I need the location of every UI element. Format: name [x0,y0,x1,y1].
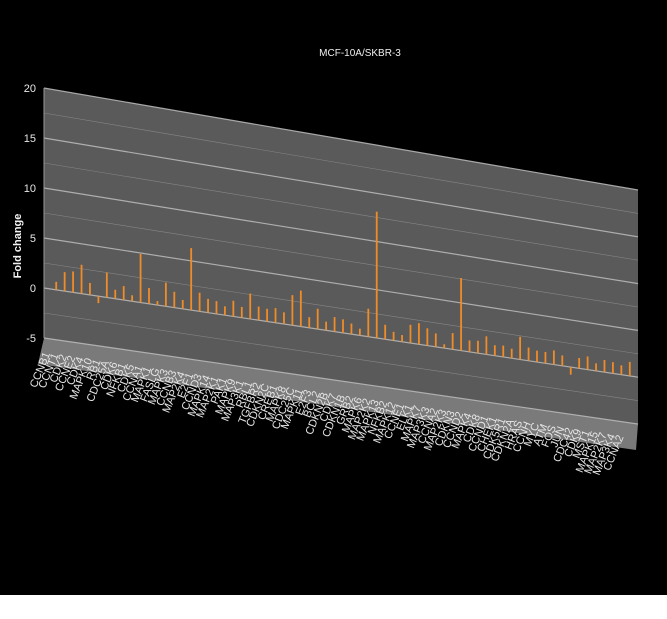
bar-cdkn3 [460,278,462,351]
y-tick-label: 5 [30,233,36,245]
bar-cdc25a [114,289,117,299]
y-tick-label: 20 [24,83,36,95]
bar-myc [544,351,547,364]
bar-cdkn2b [333,317,336,332]
bar-creb1 [283,312,285,325]
bar-fos [561,355,564,366]
bar-chart-3d: MCF-10A/SKBR-3 Fold change -505101520 CC… [12,48,639,477]
bar-mapk10 [97,296,100,304]
bar-ccnt1 [63,272,66,292]
bar-cdk5r1 [510,348,513,359]
bar-map3k4 [620,365,623,375]
bar-mapk15 [603,359,606,373]
bar-nfkb2 [392,331,395,341]
bar-jun [569,367,572,375]
bar-mapk1 [156,301,159,306]
bar-bcl2 [325,321,328,331]
bar-chek1 [502,345,505,357]
bar-ccnd3 [207,298,209,313]
bar-cdk8 [485,336,488,355]
bar-map2k4 [190,248,193,311]
bar-mapk11 [308,317,311,328]
bar-rbl1 [257,306,260,321]
chart-title: MCF-10A/SKBR-3 [319,48,401,59]
bar-cdc25c [299,290,302,327]
bar-map2k2 [375,211,378,338]
bar-hras [527,347,530,361]
bar-map2k3 [451,333,454,350]
bar-ccna2 [628,361,631,376]
chart-area: MCF-10A/SKBR-3 Fold change -5 0 5 10 15 20 CC… [0,0,667,595]
bar-cdkn2a [519,336,522,360]
bar-e2f1 [198,292,201,312]
bar-mapk8 [291,295,294,326]
bar-atm [552,350,555,365]
bar-cdk7 [342,319,344,333]
y-tick-label: 15 [24,133,36,145]
bar-mapk3 [173,291,176,308]
bar-rb1 [105,272,108,298]
bar-cdk5 [139,254,142,303]
bar-mapk7 [426,328,429,346]
bar-faslg [164,282,167,307]
bar-ccna1 [148,287,150,304]
bar-grb2 [358,328,361,336]
bar-mst1 [595,363,597,371]
bar-nfkb1 [131,295,134,302]
bar-e2f3 [316,308,319,330]
bar-cdk4 [89,282,91,295]
bar-tgfbr2 [266,308,268,322]
bar-elk1 [418,323,420,345]
bar-ccnh [536,350,538,363]
bar-ccna2 [443,344,446,349]
bar-ccne1 [409,324,412,344]
bar-map2k1 [224,306,226,316]
bar-cdk9 [586,356,589,370]
bar-cdk6 [122,286,125,300]
bar-mapk12 [401,335,403,342]
y-tick-label: 10 [24,183,36,195]
y-tick-label: 0 [30,283,36,295]
bar-ccnb3 [181,299,184,309]
bar-map3k1 [249,293,252,319]
y-tick-label: -5 [26,333,36,345]
y-axis-ticks: -5 0 5 10 15 20 [24,83,36,345]
bar-map2k7 [612,362,614,374]
bar-cdk2 [72,271,74,293]
bar-ccnd1 [493,345,496,356]
bar-ccnd2 [468,340,471,352]
bar-cdkn1b [350,323,353,335]
bar-ccnb1 [55,281,58,290]
bar-map3k3 [434,333,437,347]
bar-cdkn2c [274,308,277,323]
bar-cdc42 [578,358,581,369]
bar-pak1 [232,300,235,317]
bar-mapk13 [384,324,387,340]
y-axis-label: Fold change [12,214,24,279]
bar-mapk14 [215,301,218,314]
bar-mapk9 [240,306,243,318]
bar-ccne2 [80,264,83,294]
bar-mapk4 [477,340,479,354]
bar-mapk6 [367,308,370,337]
